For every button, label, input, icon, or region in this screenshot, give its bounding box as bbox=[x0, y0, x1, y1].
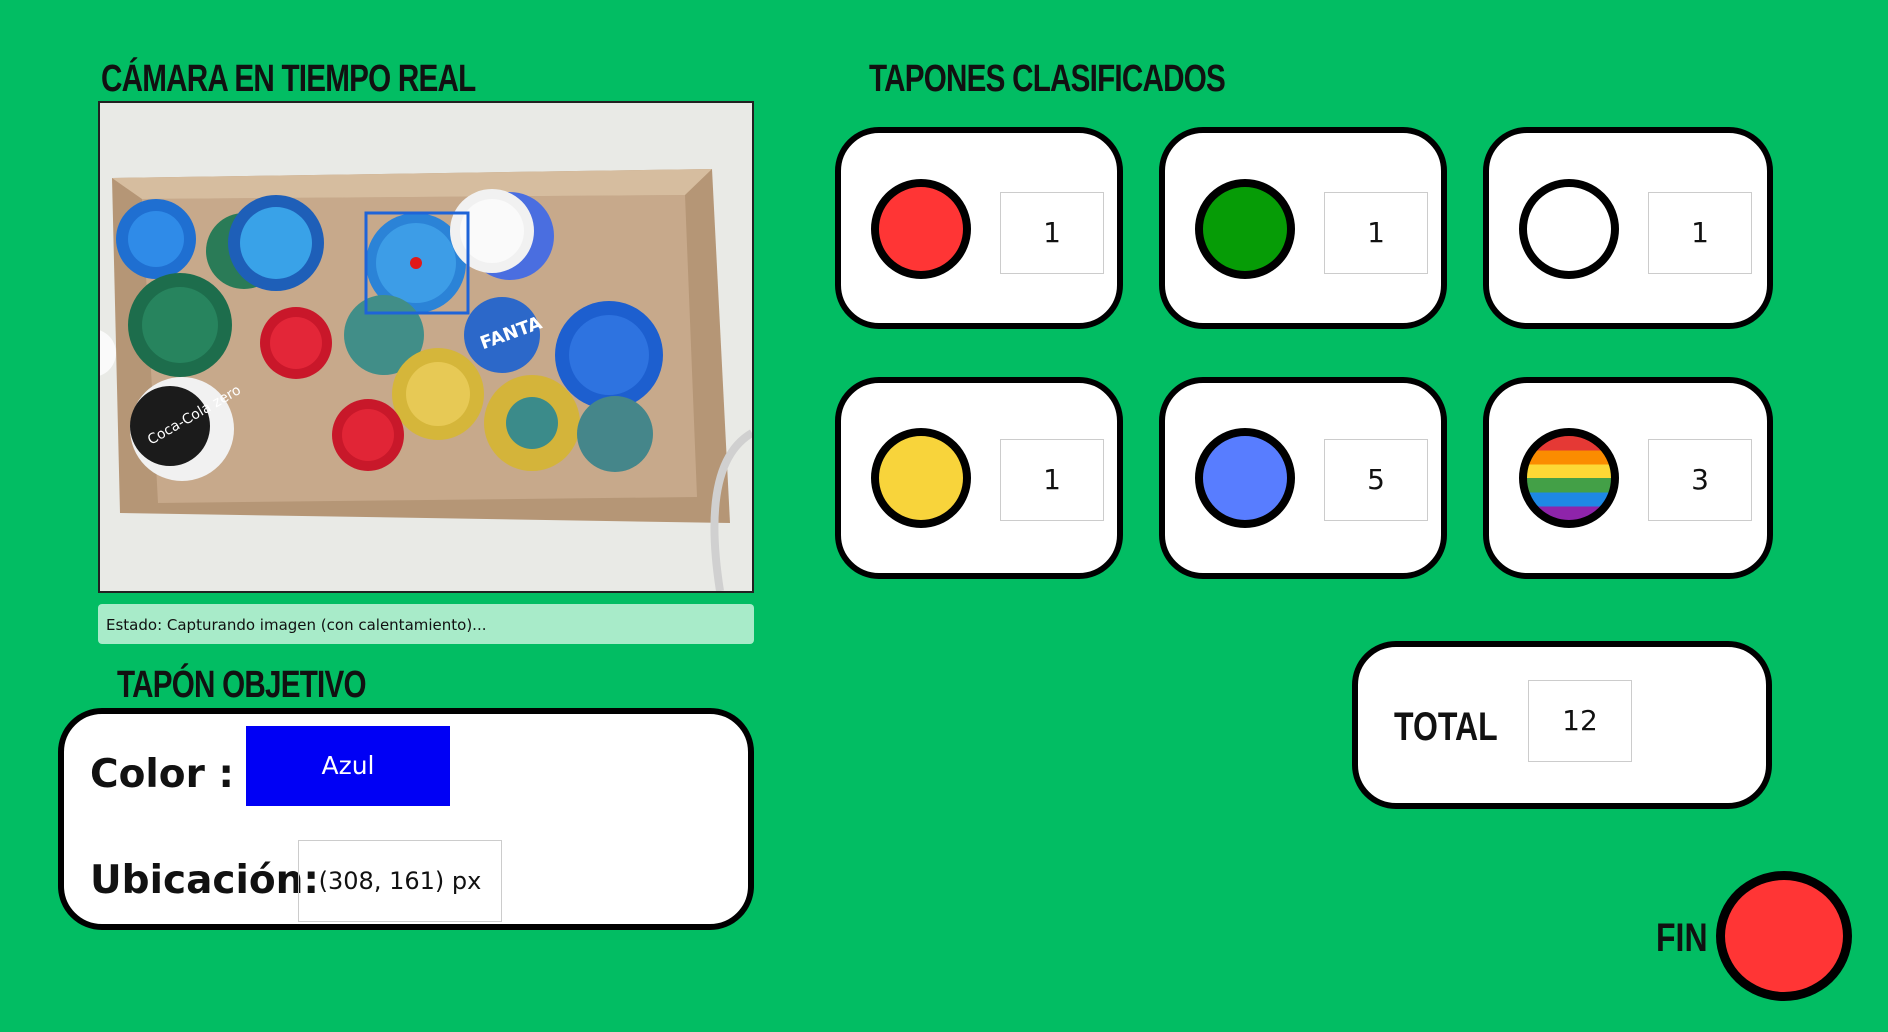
camera-feed: FANTA Coca-Cola zero bbox=[98, 101, 754, 593]
red-cap-icon bbox=[871, 179, 971, 279]
total-value: 12 bbox=[1528, 680, 1632, 762]
white-cap-icon bbox=[1519, 179, 1619, 279]
count-white: 1 bbox=[1648, 192, 1752, 274]
target-card: Color : Azul Ubicación: (308, 161) px bbox=[58, 708, 754, 930]
count-multicolor: 3 bbox=[1648, 439, 1752, 521]
total-card: TOTAL 12 bbox=[1352, 641, 1772, 809]
total-label: TOTAL bbox=[1394, 705, 1498, 749]
card-blue: 5 bbox=[1159, 377, 1447, 579]
target-color-value: Azul bbox=[246, 726, 450, 806]
count-red: 1 bbox=[1000, 192, 1104, 274]
camera-title: CÁMARA EN TIEMPO REAL bbox=[101, 58, 476, 100]
card-green: 1 bbox=[1159, 127, 1447, 329]
target-location-value: (308, 161) px bbox=[298, 840, 502, 922]
yellow-cap-icon bbox=[871, 428, 971, 528]
card-multicolor: 3 bbox=[1483, 377, 1773, 579]
count-blue: 5 bbox=[1324, 439, 1428, 521]
blue-cap-icon bbox=[1195, 428, 1295, 528]
location-label: Ubicación: bbox=[90, 858, 320, 903]
count-yellow: 1 bbox=[1000, 439, 1104, 521]
card-red: 1 bbox=[835, 127, 1123, 329]
card-yellow: 1 bbox=[835, 377, 1123, 579]
fin-button[interactable] bbox=[1716, 871, 1852, 1001]
green-cap-icon bbox=[1195, 179, 1295, 279]
color-label: Color : bbox=[90, 752, 234, 797]
classified-title: TAPONES CLASIFICADOS bbox=[869, 58, 1226, 100]
status-bar: Estado: Capturando imagen (con calentami… bbox=[98, 604, 754, 644]
rainbow-cap-icon bbox=[1519, 428, 1619, 528]
target-title: TAPÓN OBJETIVO bbox=[117, 664, 367, 706]
card-white: 1 bbox=[1483, 127, 1773, 329]
count-green: 1 bbox=[1324, 192, 1428, 274]
fin-label: FIN bbox=[1656, 916, 1708, 960]
